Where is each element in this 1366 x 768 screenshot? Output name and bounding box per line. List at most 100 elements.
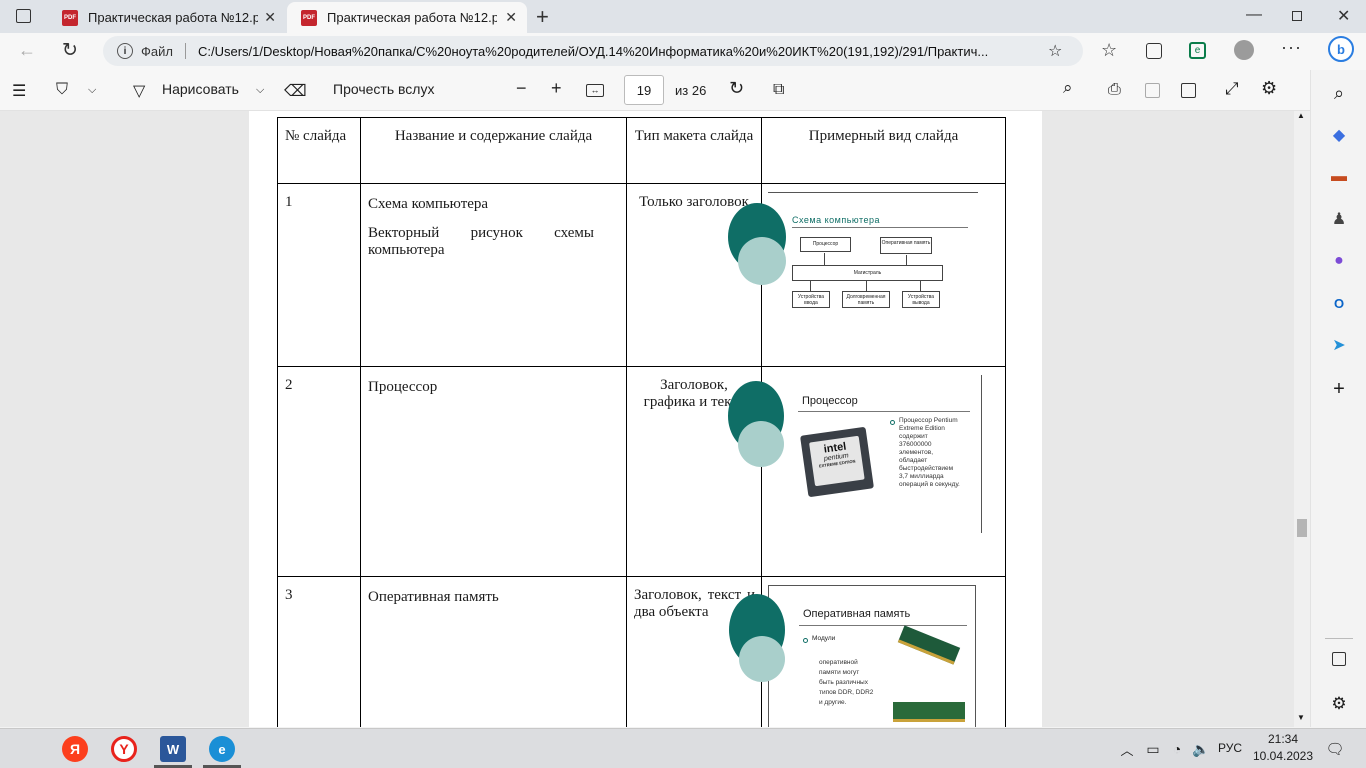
minimize-icon[interactable]: —: [1246, 6, 1262, 24]
scheme-label: Файл: [141, 43, 173, 59]
workspaces-icon[interactable]: [16, 9, 31, 23]
bullet-icon: [803, 638, 808, 643]
notifications-icon[interactable]: 🗨: [1322, 736, 1348, 762]
zoom-in-icon[interactable]: +: [551, 78, 562, 99]
maximize-icon[interactable]: [1292, 11, 1302, 21]
split-screen-icon[interactable]: [1332, 652, 1346, 666]
info-icon[interactable]: i: [117, 43, 133, 59]
close-tab-icon[interactable]: ✕: [505, 9, 517, 26]
slide-decoration: [738, 421, 784, 467]
volume-icon[interactable]: 🔈: [1188, 736, 1214, 762]
new-tab-icon[interactable]: +: [536, 4, 549, 30]
word-icon[interactable]: W: [160, 736, 186, 762]
add-favorite-icon[interactable]: ☆: [1048, 41, 1062, 61]
close-tab-icon[interactable]: ✕: [264, 9, 276, 26]
slide-title: Схема компьютера: [792, 215, 880, 225]
battery-icon[interactable]: ▭: [1140, 736, 1166, 762]
favorites-icon[interactable]: ☆: [1101, 40, 1117, 61]
yandex-icon[interactable]: Я: [62, 736, 88, 762]
slide-decoration: [738, 237, 786, 285]
chevron-down-icon[interactable]: ⌵: [88, 84, 96, 97]
tab-title: Практическая работа №12.pdf: [88, 10, 258, 25]
row-title-cell: Процессор: [360, 366, 627, 577]
save-icon[interactable]: [1145, 83, 1160, 98]
draw-button[interactable]: Нарисовать: [162, 81, 239, 97]
box-storage: Долговременная память: [842, 291, 890, 308]
row-title: Оперативная память: [368, 589, 499, 605]
vertical-scrollbar[interactable]: ▲ ▼: [1294, 111, 1310, 727]
scroll-up-icon[interactable]: ▲: [1297, 111, 1305, 120]
outlook-icon[interactable]: O: [1328, 292, 1350, 314]
extensions-icon[interactable]: e: [1189, 42, 1206, 59]
slide-preview-3: Оперативная память Модули оперативной па…: [729, 585, 976, 727]
slide-body-text: оперативной памяти могут быть различных …: [819, 659, 874, 706]
contents-icon[interactable]: ☰: [12, 81, 26, 101]
clock-date[interactable]: 10.04.2023: [1250, 749, 1316, 763]
fit-width-icon[interactable]: ↔: [586, 84, 604, 97]
pdf-viewer[interactable]: № слайда Название и содержание слайда Ти…: [0, 111, 1310, 727]
back-icon[interactable]: ←: [18, 40, 36, 61]
telegram-send-icon[interactable]: ➤: [1328, 334, 1350, 356]
box-bus: Магистраль: [792, 265, 943, 281]
ram-module-image: [897, 625, 961, 665]
eraser-icon[interactable]: ⌫: [284, 81, 307, 101]
search-icon[interactable]: ⌕: [1063, 78, 1073, 98]
row-title: Схема компьютера: [368, 196, 489, 212]
header-layout: Тип макета слайда: [626, 117, 762, 184]
language-indicator[interactable]: РУС: [1218, 741, 1242, 755]
address-input[interactable]: i Файл C:/Users/1/Desktop/Новая%20папка/…: [103, 36, 1083, 66]
slide-bullet-text: Процессор Pentium Extreme Edition содерж…: [899, 417, 960, 488]
tab-title: Практическая работа №12.pdf: [327, 10, 497, 25]
highlight-icon[interactable]: ⛉: [56, 81, 68, 99]
clock-time[interactable]: 21:34: [1258, 732, 1308, 746]
scroll-down-icon[interactable]: ▼: [1297, 713, 1305, 722]
chevron-down-icon[interactable]: ⌵: [256, 84, 264, 97]
divider: [1325, 638, 1353, 639]
print-icon[interactable]: ⎙: [1108, 81, 1121, 99]
network-icon[interactable]: ◔: [1164, 736, 1190, 762]
close-window-icon[interactable]: ✕: [1337, 6, 1350, 26]
settings-gear-icon[interactable]: ⚙: [1261, 78, 1277, 99]
add-sidebar-app-icon[interactable]: +: [1328, 378, 1350, 400]
games-icon[interactable]: ♟: [1328, 208, 1350, 230]
bing-icon[interactable]: b: [1328, 36, 1354, 62]
slide-preview-1: Схема компьютера Процессор Оперативная п…: [728, 192, 978, 322]
draw-icon[interactable]: ▽: [133, 81, 145, 101]
page-view-icon[interactable]: ⧉: [773, 81, 784, 99]
row-title-cell: Схема компьютера Векторный рисунок схемы…: [360, 183, 627, 367]
read-aloud-button[interactable]: Прочесть вслух: [333, 81, 434, 97]
page-number-input[interactable]: 19: [624, 75, 664, 105]
arrow: [824, 253, 825, 265]
start-windows-icon[interactable]: [12, 739, 32, 759]
tools-briefcase-icon[interactable]: ▬: [1328, 166, 1350, 188]
box-ram: Оперативная память: [880, 237, 932, 254]
shopping-tag-icon[interactable]: ◆: [1328, 124, 1350, 146]
scroll-thumb[interactable]: [1297, 519, 1307, 537]
edge-icon[interactable]: e: [209, 736, 235, 762]
header-preview: Примерный вид слайда: [761, 117, 1006, 184]
divider: [792, 227, 968, 228]
box-output: Устройства вывода: [902, 291, 940, 308]
url-text: C:/Users/1/Desktop/Новая%20папка/С%20ноу…: [197, 43, 989, 59]
tab-pdf-2[interactable]: PDF Практическая работа №12.pdf ✕: [287, 2, 527, 33]
tab-pdf-1[interactable]: PDF Практическая работа №12.pdf ✕: [48, 2, 286, 33]
row-description: Векторный рисунок схемы компьютера: [368, 225, 594, 258]
more-menu-icon[interactable]: ···: [1281, 37, 1302, 58]
save-as-icon[interactable]: [1181, 83, 1196, 98]
table-header-row: № слайда Название и содержание слайда Ти…: [277, 117, 1006, 184]
row-title: Процессор: [368, 379, 438, 395]
sidebar-settings-icon[interactable]: ⚙: [1328, 693, 1350, 715]
office-icon[interactable]: ●: [1328, 250, 1350, 272]
profile-avatar[interactable]: [1234, 40, 1254, 60]
divider: [799, 625, 967, 626]
zoom-out-icon[interactable]: −: [516, 78, 527, 99]
collections-icon[interactable]: [1146, 43, 1162, 59]
yandex-browser-icon[interactable]: Y: [111, 736, 137, 762]
chevron-up-icon[interactable]: ︿: [1114, 736, 1140, 762]
rotate-icon[interactable]: ↻: [729, 78, 744, 99]
refresh-icon[interactable]: ↻: [62, 39, 78, 62]
search-icon[interactable]: ⌕: [1328, 82, 1350, 104]
fullscreen-icon[interactable]: ⤢: [1225, 79, 1239, 99]
bullet-icon: [890, 420, 895, 425]
slides-table: № слайда Название и содержание слайда Ти…: [277, 117, 1006, 727]
